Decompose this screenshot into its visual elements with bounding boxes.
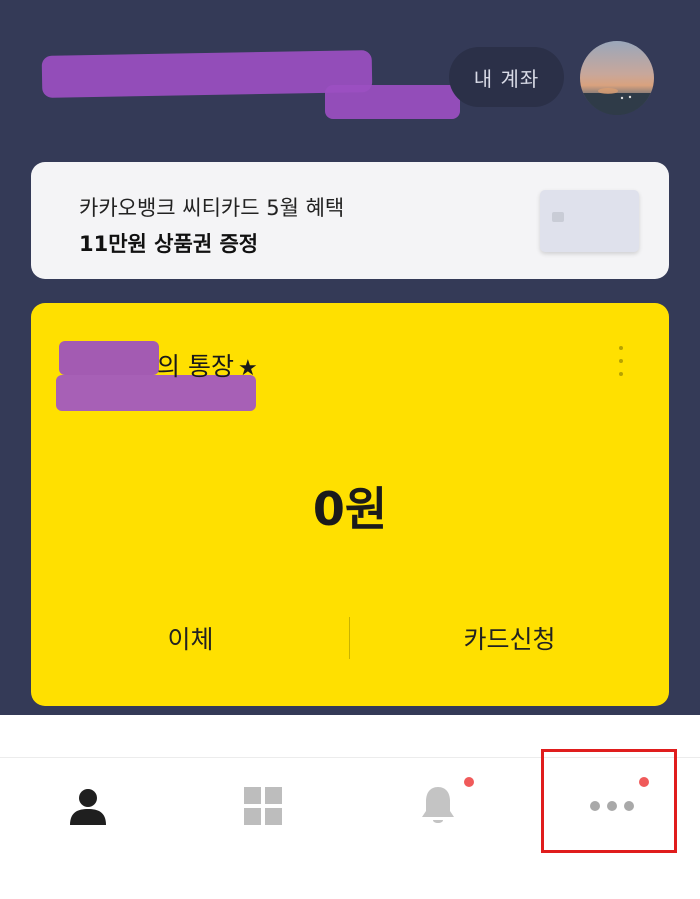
card-chip <box>552 212 564 222</box>
credit-card-image <box>540 190 639 252</box>
notification-badge <box>464 777 474 787</box>
bell-icon <box>422 787 454 823</box>
redacted-username <box>41 50 373 98</box>
my-accounts-button[interactable]: 내 계좌 <box>449 47 564 107</box>
card-apply-button[interactable]: 카드신청 <box>350 608 669 668</box>
nav-item-services[interactable] <box>175 758 350 858</box>
sunset-photo <box>580 88 654 115</box>
promo-title: 카카오뱅크 씨티카드 5월 혜택 <box>79 196 345 220</box>
promo-subtitle: 11만원 상품권 증정 <box>79 232 259 256</box>
redacted-account-owner <box>59 341 159 375</box>
nav-item-my[interactable] <box>0 758 175 858</box>
nav-item-notifications[interactable] <box>350 758 525 858</box>
account-name: 의 통장 ★ <box>157 347 258 383</box>
redacted-username-extra <box>325 85 460 119</box>
header-area: 내 계좌 카카오뱅크 씨티카드 5월 혜택 11만원 상품권 증정 의 통장 ★ … <box>0 0 700 715</box>
star-icon[interactable]: ★ <box>238 356 258 381</box>
grid-icon <box>244 787 282 825</box>
promo-banner[interactable]: 카카오뱅크 씨티카드 5월 혜택 11만원 상품권 증정 <box>31 162 669 279</box>
account-balance: 0원 <box>312 482 388 536</box>
account-name-suffix: 의 통장 <box>157 352 234 381</box>
profile-avatar[interactable] <box>580 41 654 115</box>
person-icon <box>70 789 106 825</box>
account-card[interactable]: 의 통장 ★ 0원 이체 카드신청 <box>31 303 669 706</box>
kebab-menu-icon[interactable] <box>616 346 626 380</box>
highlight-box <box>541 749 677 853</box>
transfer-button[interactable]: 이체 <box>31 608 350 668</box>
